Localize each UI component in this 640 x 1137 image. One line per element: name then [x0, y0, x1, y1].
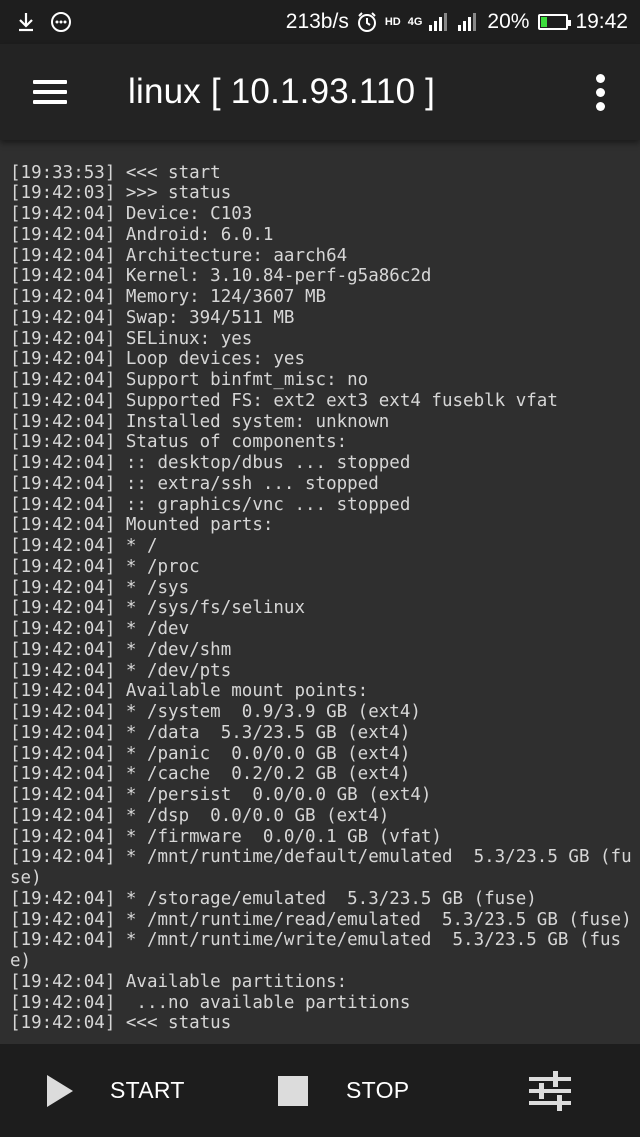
overflow-menu-button[interactable] [560, 44, 640, 140]
log-line: [19:42:04] * /mnt/runtime/write/emulated… [10, 930, 622, 971]
stop-icon [278, 1075, 308, 1106]
console-log[interactable]: [19:33:53] <<< start [19:42:03] >>> statu… [0, 140, 640, 1044]
overflow-menu-icon [595, 73, 605, 111]
log-line: [19:42:04] * /storage/emulated 5.3/23.5 … [10, 888, 537, 909]
log-line: [19:42:04] Installed system: unknown [10, 411, 390, 432]
settings-sliders-icon [527, 1069, 573, 1113]
log-line: [19:42:04] * /proc [10, 556, 200, 577]
log-line: [19:42:04] * /dev/shm [10, 639, 232, 660]
alarm-clock-icon [356, 11, 378, 33]
log-line: [19:42:04] <<< status [10, 1013, 232, 1034]
log-line: [19:42:04] Device: C103 [10, 204, 253, 224]
log-line: [19:42:04] * /sys [10, 577, 190, 598]
log-line: [19:42:04] Memory: 124/3607 MB [10, 287, 327, 307]
log-line: [19:42:04] * /dsp 0.0/0.0 GB (ext4) [10, 805, 390, 826]
stop-button-label: STOP [346, 1077, 410, 1103]
log-line: [19:42:04] :: desktop/dbus ... stopped [10, 453, 411, 473]
log-line: [19:42:04] ...no available partitions [10, 992, 411, 1013]
log-line: [19:42:04] * / [10, 536, 158, 556]
log-line: [19:42:03] >>> status [10, 183, 232, 204]
net-speed: 213b/s [285, 10, 349, 33]
log-line: [19:42:04] Android: 6.0.1 [10, 224, 274, 245]
log-line: [19:42:04] * /firmware 0.0/0.1 GB (vfat) [10, 826, 442, 847]
log-line: [19:42:04] Swap: 394/511 MB [10, 307, 295, 328]
signal-icon-secondary [458, 12, 480, 32]
download-icon [16, 11, 36, 33]
settings-button[interactable] [524, 1044, 576, 1137]
signal-icon [429, 12, 451, 32]
clock: 19:42 [575, 10, 628, 33]
log-line: [19:42:04] Available mount points: [10, 681, 369, 702]
log-line: [19:42:04] Available partitions: [10, 971, 348, 992]
log-line: [19:42:04] :: extra/ssh ... stopped [10, 473, 379, 494]
log-line: [19:42:04] * /mnt/runtime/read/emulated … [10, 909, 632, 930]
log-line: [19:42:04] * /system 0.9/3.9 GB (ext4) [10, 702, 421, 722]
play-icon [46, 1074, 74, 1107]
log-line: [19:42:04] * /dev/pts [10, 660, 232, 681]
log-line: [19:42:04] Kernel: 3.10.84-perf-g5a86c2d [10, 266, 432, 287]
log-line: [19:42:04] Loop devices: yes [10, 349, 306, 370]
battery-percent: 20% [487, 10, 530, 33]
log-line: [19:42:04] Status of components: [10, 432, 348, 453]
stop-button[interactable]: STOP [278, 1044, 409, 1137]
log-line: [19:42:04] * /persist 0.0/0.0 GB (ext4) [10, 785, 432, 805]
log-line: [19:42:04] Mounted parts: [10, 515, 274, 536]
start-button[interactable]: START [46, 1044, 185, 1137]
log-line: [19:42:04] Architecture: aarch64 [10, 245, 348, 266]
page-title: linux [ 10.1.93.110 ] [128, 72, 436, 111]
start-button-label: START [110, 1077, 185, 1103]
more-circle-icon [50, 11, 72, 33]
log-line: [19:42:04] * /sys/fs/selinux [10, 598, 306, 619]
bottom-action-bar: START STOP [0, 1044, 640, 1137]
log-line: [19:42:04] SELinux: yes [10, 328, 253, 349]
status-bar-right: 213b/s HD 4G 20% 19:42 [286, 10, 628, 34]
hamburger-menu-icon [33, 80, 67, 104]
log-line: [19:42:04] Supported FS: ext2 ext3 ext4 … [10, 390, 558, 411]
network-type: 4G [407, 16, 423, 28]
log-line: [19:33:53] <<< start [10, 162, 221, 183]
battery-icon [538, 14, 572, 30]
log-line: [19:42:04] * /panic 0.0/0.0 GB (ext4) [10, 743, 411, 764]
battery-fill [541, 17, 547, 27]
menu-button[interactable] [0, 44, 100, 140]
log-line: [19:42:04] :: graphics/vnc ... stopped [10, 494, 411, 515]
hd-indicator: HD [384, 16, 401, 28]
log-line: [19:42:04] Support binfmt_misc: no [10, 370, 369, 390]
status-bar-left [16, 11, 72, 33]
log-line: [19:42:04] * /cache 0.2/0.2 GB (ext4) [10, 764, 411, 785]
status-bar: 213b/s HD 4G 20% 19:42 [0, 0, 640, 44]
log-line: [19:42:04] * /dev [10, 619, 190, 639]
app-toolbar: linux [ 10.1.93.110 ] [0, 44, 640, 140]
log-line: [19:42:04] * /mnt/runtime/default/emulat… [10, 847, 632, 888]
log-line: [19:42:04] * /data 5.3/23.5 GB (ext4) [10, 722, 411, 743]
console-lines: [19:33:53] <<< start [19:42:03] >>> statu… [10, 163, 634, 1035]
